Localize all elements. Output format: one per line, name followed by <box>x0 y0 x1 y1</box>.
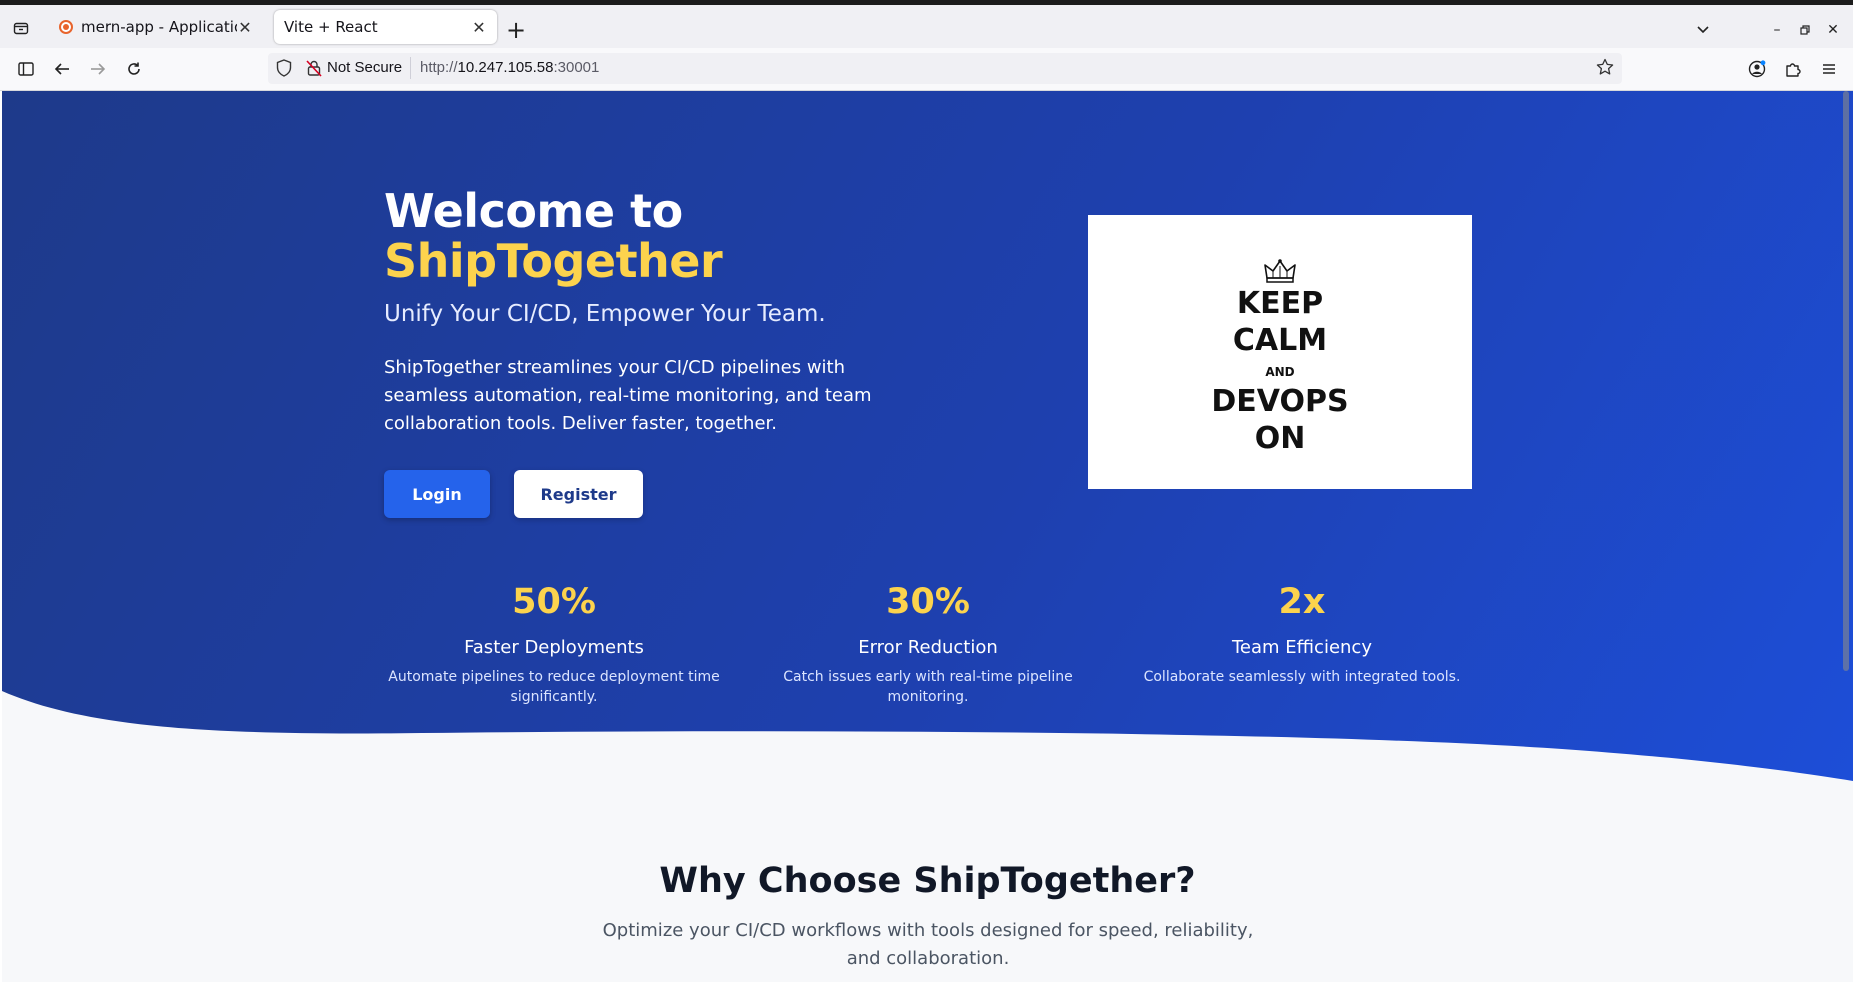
hero-title: Welcome to ShipTogether <box>384 184 723 288</box>
url-scheme: http:// <box>420 59 458 76</box>
poster-text-devops: DEVOPS <box>1211 384 1349 419</box>
close-tab-icon[interactable]: ✕ <box>471 18 487 37</box>
tab-title: Vite + React <box>284 18 378 36</box>
keep-calm-poster-image: KEEP CALM AND DEVOPS ON <box>1088 215 1472 489</box>
chevron-down-icon[interactable] <box>1692 19 1714 41</box>
hero-description: ShipTogether streamlines your CI/CD pipe… <box>384 357 872 434</box>
hero-title-line: Welcome to <box>384 184 683 238</box>
stat-value: 50% <box>512 582 596 622</box>
urlbar-separator <box>410 57 411 79</box>
stat-label: Faster Deployments <box>464 637 644 658</box>
page-viewport: Welcome to ShipTogether Unify Your CI/CD… <box>2 91 1853 982</box>
url-text[interactable]: http://10.247.105.58:30001 <box>420 59 599 76</box>
tab-title: mern-app - Application Dashboard <box>81 18 237 36</box>
url-host: 10.247.105.58 <box>457 59 554 76</box>
poster-text-keep: KEEP <box>1236 286 1324 321</box>
poster-text-calm: CALM <box>1232 323 1328 358</box>
stat-description: Automate pipelines to reduce deployment … <box>388 669 720 705</box>
why-section-description: Optimize your CI/CD workflows with tools… <box>602 920 1254 969</box>
close-tab-icon[interactable]: ✕ <box>237 18 253 37</box>
back-icon[interactable] <box>50 57 74 81</box>
register-button[interactable]: Register <box>514 470 643 518</box>
bookmark-star-icon[interactable] <box>1596 58 1614 80</box>
minimize-icon[interactable]: – <box>1766 19 1788 41</box>
new-tab-button[interactable]: + <box>504 18 528 43</box>
tab-vite-react[interactable]: Vite + React ✕ <box>274 10 497 44</box>
close-window-icon[interactable]: ✕ <box>1822 19 1844 41</box>
stat-error-reduction: 30% Error Reduction Catch issues early w… <box>758 581 1098 707</box>
login-button[interactable]: Login <box>384 470 490 518</box>
page-scrollbar[interactable] <box>1843 91 1849 671</box>
hero-brand-name: ShipTogether <box>384 234 723 288</box>
stat-value: 30% <box>886 582 970 622</box>
not-secure-label[interactable]: Not Secure <box>327 59 402 76</box>
forward-icon[interactable] <box>86 57 110 81</box>
insecure-lock-icon[interactable] <box>306 59 322 81</box>
stat-description: Collaborate seamlessly with integrated t… <box>1143 669 1461 685</box>
stat-label: Team Efficiency <box>1231 637 1372 658</box>
sidebar-icon[interactable] <box>14 57 38 81</box>
shield-icon[interactable] <box>276 59 292 81</box>
stat-description: Catch issues early with real-time pipeli… <box>783 669 1073 705</box>
app-favicon-icon <box>59 20 73 34</box>
why-section-title: Why Choose ShipTogether? <box>659 861 1196 901</box>
tab-strip: mern-app - Application Dashboard ✕ Vite … <box>0 5 1853 48</box>
tab-overview-icon[interactable] <box>8 15 34 41</box>
account-icon[interactable] <box>1745 57 1769 81</box>
navigation-toolbar: Not Secure http://10.247.105.58:30001 <box>0 48 1853 91</box>
poster-text-and: AND <box>1265 365 1295 379</box>
hero-subtitle: Unify Your CI/CD, Empower Your Team. <box>384 301 826 327</box>
stat-value: 2x <box>1278 582 1326 622</box>
poster-text-on: ON <box>1254 421 1306 456</box>
restore-icon[interactable] <box>1794 19 1816 41</box>
menu-icon[interactable] <box>1817 57 1841 81</box>
hero-wave-divider <box>2 691 1853 831</box>
crown-icon <box>1263 258 1297 288</box>
stat-team-efficiency: 2x Team Efficiency Collaborate seamlessl… <box>1132 581 1472 687</box>
reload-icon[interactable] <box>122 57 146 81</box>
stat-faster-deployments: 50% Faster Deployments Automate pipeline… <box>384 581 724 707</box>
tab-mern-app[interactable]: mern-app - Application Dashboard ✕ <box>49 10 263 44</box>
address-bar[interactable]: Not Secure http://10.247.105.58:30001 <box>268 53 1622 84</box>
stat-label: Error Reduction <box>858 637 998 658</box>
url-port: :30001 <box>553 59 600 76</box>
extensions-icon[interactable] <box>1781 57 1805 81</box>
